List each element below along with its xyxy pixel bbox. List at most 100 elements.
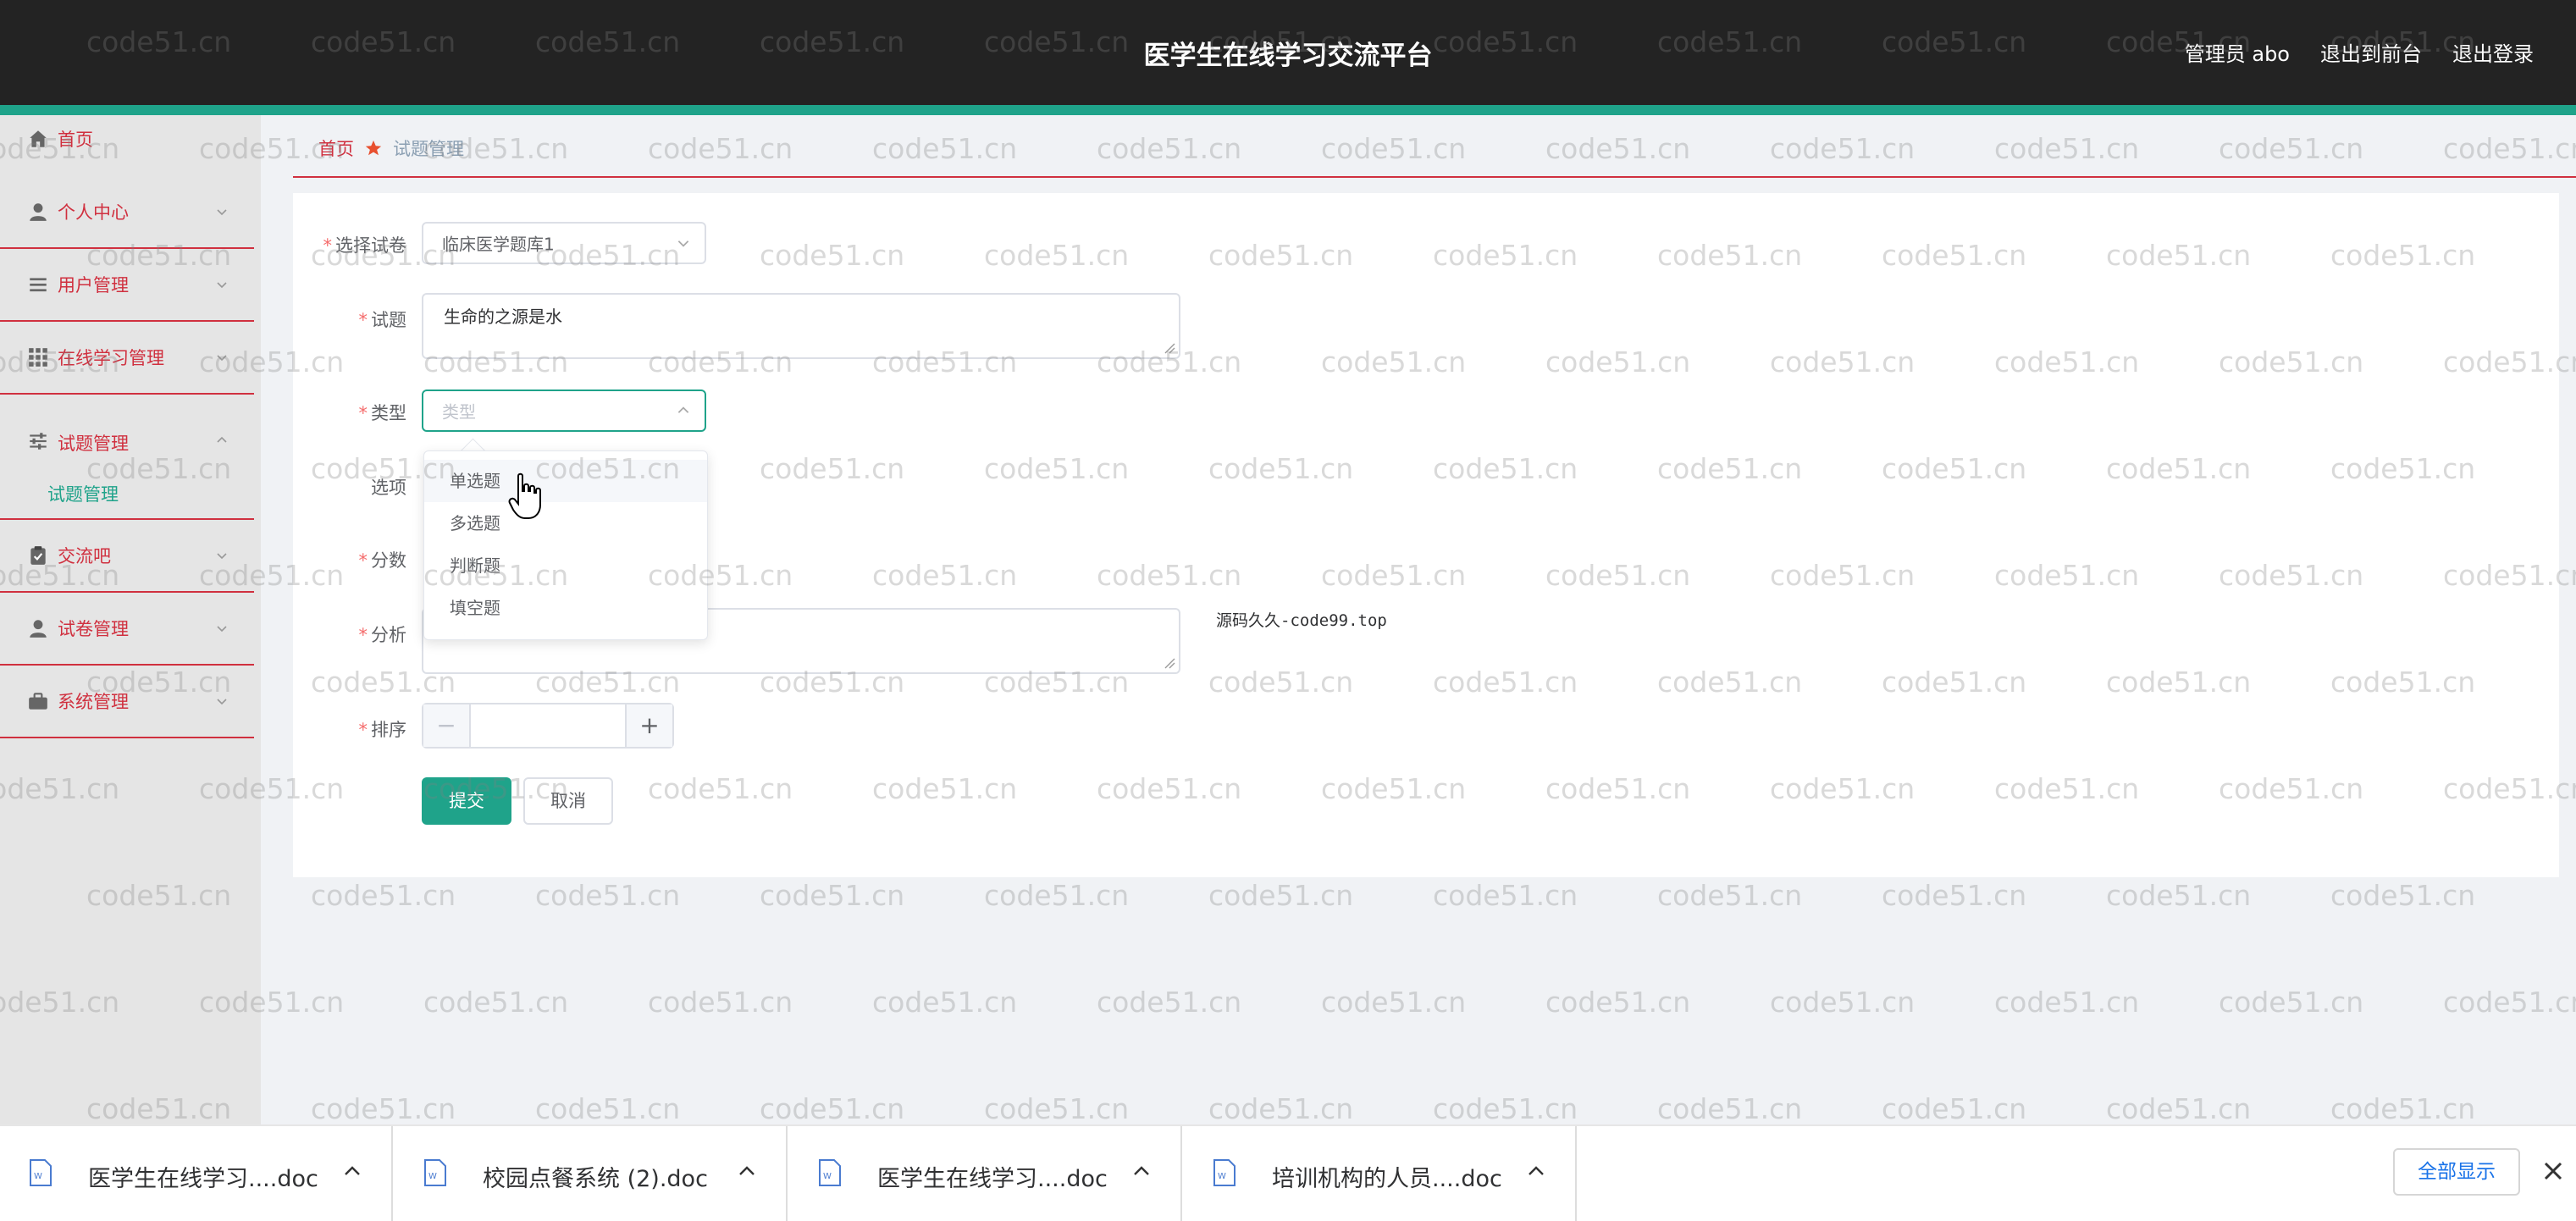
- breadcrumb-current: 试题管理: [393, 139, 464, 159]
- chevron-up-icon[interactable]: [738, 1165, 755, 1177]
- admin-user-link[interactable]: 管理员 abo: [2185, 37, 2290, 67]
- watermark-text: code51.cn: [2443, 132, 2576, 165]
- doc-file-icon: W: [1213, 1159, 1235, 1186]
- chevron-up-icon[interactable]: [344, 1165, 361, 1177]
- user-icon: [30, 620, 47, 638]
- submenu-question-management[interactable]: 试题管理: [47, 481, 119, 506]
- sidebar: 首页 个人中心 用户管理 在线学习管理 试题管理 试题管理 交流吧 试卷管理 系…: [0, 115, 261, 1124]
- paper-label: * 选择试卷: [323, 235, 407, 256]
- chevron-down-icon: [677, 240, 689, 247]
- download-item[interactable]: W 校园点餐系统 (2).doc: [395, 1126, 788, 1221]
- submit-button[interactable]: 提交: [422, 777, 511, 825]
- watermark-text: code51.cn: [2443, 986, 2576, 1019]
- watermark-text: code51.cn: [1882, 1092, 2027, 1124]
- resize-grip-icon[interactable]: [1164, 342, 1175, 354]
- sidebar-item-label: 试题管理: [58, 434, 129, 454]
- breadcrumb-home[interactable]: 首页: [318, 135, 354, 161]
- download-bar: W 医学生在线学习....doc W 校园点餐系统 (2).doc W 医学生在…: [0, 1124, 2576, 1221]
- download-item[interactable]: W 培训机构的人员....doc: [1184, 1126, 1577, 1221]
- options-label: 选项: [371, 478, 406, 498]
- sidebar-item-question-management[interactable]: 试题管理: [0, 395, 254, 520]
- sidebar-item-label: 系统管理: [58, 692, 129, 712]
- watermark-text: code51.cn: [1657, 1092, 1803, 1124]
- download-filename: 医学生在线学习....doc: [877, 1166, 1108, 1192]
- download-item[interactable]: W 医学生在线学习....doc: [789, 1126, 1182, 1221]
- download-filename: 医学生在线学习....doc: [88, 1166, 318, 1192]
- watermark-text: code51.cn: [1994, 132, 2140, 165]
- watermark-text: code51.cn: [535, 879, 681, 912]
- paper-select[interactable]: 临床医学题库1: [422, 222, 706, 264]
- watermark-text: code51.cn: [1321, 132, 1467, 165]
- paper-select-value: 临床医学题库1: [442, 234, 555, 255]
- grid-icon: [29, 348, 47, 367]
- sidebar-item-user-management[interactable]: 用户管理: [0, 249, 254, 322]
- dropdown-option-single-choice[interactable]: 单选题: [424, 460, 707, 502]
- watermark-text: code51.cn: [2219, 986, 2364, 1019]
- watermark-text: code51.cn: [1770, 986, 1915, 1019]
- watermark-text: code51.cn: [1208, 879, 1354, 912]
- sidebar-item-system-management[interactable]: 系统管理: [0, 666, 254, 738]
- score-label: * 分数: [358, 550, 407, 571]
- watermark-text: code51.cn: [535, 1092, 681, 1124]
- type-label: * 类型: [358, 403, 407, 423]
- dropdown-option-multiple-choice[interactable]: 多选题: [424, 502, 707, 544]
- chevron-up-icon[interactable]: [1133, 1165, 1150, 1177]
- breadcrumb-divider: [293, 176, 2576, 178]
- download-item[interactable]: W 医学生在线学习....doc: [0, 1126, 393, 1221]
- cancel-button[interactable]: 取消: [523, 777, 613, 825]
- watermark-text: code51.cn: [1097, 132, 1242, 165]
- required-mark: *: [358, 403, 368, 423]
- watermark-text: code51.cn: [872, 986, 1018, 1019]
- type-select-placeholder: 类型: [442, 401, 476, 423]
- show-all-downloads-button[interactable]: 全部显示: [2393, 1148, 2520, 1196]
- watermark-text: code51.cn: [648, 986, 793, 1019]
- watermark-text: code51.cn: [1657, 879, 1803, 912]
- watermark-text: code51.cn: [2106, 879, 2252, 912]
- analysis-label: * 分析: [358, 625, 407, 645]
- type-dropdown: 单选题 多选题 判断题 填空题: [423, 450, 708, 640]
- required-mark: *: [358, 310, 368, 330]
- dropdown-option-true-false[interactable]: 判断题: [424, 544, 707, 587]
- dropdown-option-fill-blank[interactable]: 填空题: [424, 587, 707, 629]
- home-icon: [30, 130, 47, 147]
- chevron-down-icon: [217, 699, 227, 705]
- watermark-text: code51.cn: [760, 1092, 905, 1124]
- chevron-down-icon: [217, 355, 227, 362]
- decrement-button[interactable]: −: [423, 704, 471, 747]
- chevron-down-icon: [217, 553, 227, 560]
- svg-text:W: W: [428, 1172, 437, 1181]
- required-mark: *: [358, 550, 368, 571]
- logout-link[interactable]: 退出登录: [2452, 37, 2534, 67]
- close-icon[interactable]: [2539, 1157, 2568, 1185]
- chevron-up-icon[interactable]: [1528, 1165, 1545, 1177]
- resize-grip-icon[interactable]: [1164, 657, 1175, 669]
- sidebar-item-home[interactable]: 首页: [0, 115, 254, 163]
- watermark-text: code51.cn: [872, 132, 1018, 165]
- watermark-text: code51.cn: [2219, 132, 2364, 165]
- header-actions: 管理员 abo 退出到前台 退出登录: [2185, 37, 2534, 67]
- required-mark: *: [358, 625, 368, 645]
- sidebar-item-label: 首页: [58, 130, 93, 150]
- user-icon: [30, 203, 47, 221]
- sidebar-item-forum[interactable]: 交流吧: [0, 520, 254, 593]
- sidebar-item-online-learning[interactable]: 在线学习管理: [0, 322, 254, 395]
- required-mark: *: [323, 235, 333, 256]
- type-select[interactable]: 类型: [422, 390, 706, 432]
- exit-to-front-link[interactable]: 退出到前台: [2320, 37, 2422, 67]
- watermark-text: code51.cn: [1994, 986, 2140, 1019]
- question-textarea[interactable]: 生命的之源是水: [422, 293, 1180, 359]
- sidebar-item-paper-management[interactable]: 试卷管理: [0, 593, 254, 666]
- increment-button[interactable]: +: [625, 704, 672, 747]
- doc-file-icon: W: [819, 1159, 841, 1186]
- breadcrumb: 首页 试题管理: [318, 135, 464, 161]
- clipboard-icon: [30, 546, 46, 565]
- watermark-text: code51.cn: [1882, 879, 2027, 912]
- sidebar-item-label: 试卷管理: [58, 619, 129, 639]
- order-stepper[interactable]: − +: [422, 703, 674, 749]
- watermark-text: code51.cn: [1097, 986, 1242, 1019]
- watermark-text: code51.cn: [1770, 132, 1915, 165]
- watermark-text: code51.cn: [984, 1092, 1130, 1124]
- sidebar-item-personal-center[interactable]: 个人中心: [0, 176, 254, 249]
- hand-cursor-icon: [508, 472, 541, 519]
- watermark-text: code51.cn: [984, 879, 1130, 912]
